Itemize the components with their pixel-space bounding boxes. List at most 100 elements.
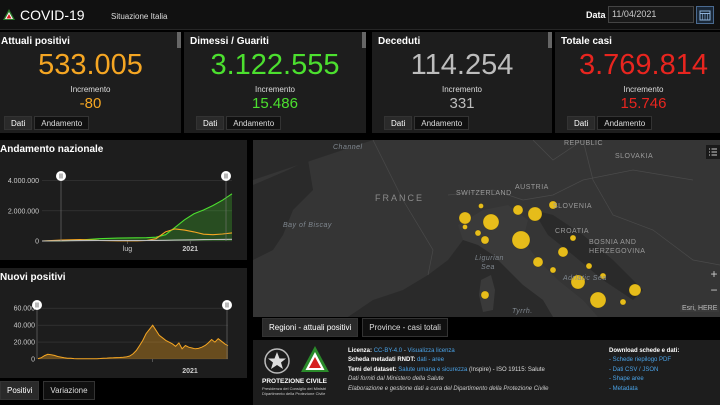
- y-tick-label: 0: [31, 357, 35, 364]
- y-tick-label: 20.000: [14, 340, 36, 347]
- bubble-liguria: [480, 235, 490, 245]
- kpi-title: Attuali positivi: [1, 36, 70, 47]
- x-tick-label: lug: [123, 246, 132, 253]
- temi-link[interactable]: Salute umana e sicurezza: [398, 367, 467, 373]
- pc-sub-line2: Dipartimento della Protezione Civile: [262, 391, 326, 396]
- download-link-csv[interactable]: - Dati CSV / JSON: [609, 366, 679, 375]
- zoom-out-button[interactable]: −: [708, 283, 720, 297]
- range-slider-end[interactable]: [222, 300, 232, 310]
- tab-andamento[interactable]: Andamento: [597, 116, 653, 130]
- temi-label: Temi del dataset:: [348, 366, 397, 373]
- tab-province[interactable]: Province - casi totali: [362, 318, 448, 337]
- range-slider-end-handle: [222, 300, 232, 310]
- scrollbar[interactable]: [548, 32, 552, 48]
- download-link-metadata[interactable]: - Metadata: [609, 385, 679, 394]
- protezione-civile-logo-icon: [3, 9, 15, 20]
- tab-dati[interactable]: Dati: [196, 116, 225, 130]
- range-slider-start[interactable]: [32, 300, 42, 310]
- bubble-umbria: [549, 266, 557, 274]
- y-tick-label: 4.000.000: [8, 178, 39, 185]
- andamento-chart: 4.000.000 2.000.000 0 lug 2021: [8, 171, 233, 253]
- kpi-increment: 15.486: [252, 95, 298, 112]
- download-link-pdf[interactable]: - Schede riepilogo PDF: [609, 356, 679, 365]
- kpi-tabs: Dati Andamento: [4, 116, 90, 130]
- nuovi-positivi-chart: 60.000 40.000 20.000 0 2021: [14, 300, 232, 375]
- bubble-veneto: [527, 206, 543, 222]
- visualizza-licenza-link[interactable]: Visualizza licenza: [408, 348, 455, 354]
- kpi-title: Totale casi: [561, 36, 612, 47]
- list-icon: [709, 148, 717, 156]
- kpi-increment-label: Incremento: [623, 85, 664, 94]
- map-label-republic: REPUBLIC: [564, 140, 604, 147]
- fonte-text: Dati forniti dal Ministero della Salute: [348, 376, 444, 383]
- kpi-card-deceduti: Deceduti 114.254 Incremento 331 Dati And…: [372, 32, 552, 133]
- y-tick-label: 2.000.000: [8, 208, 39, 215]
- header-bar: COVID-19 Situazione Italia Data 11/04/20…: [0, 0, 720, 30]
- protezione-civile-triangle-icon: [301, 346, 329, 372]
- download-link-shape[interactable]: - Shape aree: [609, 375, 679, 384]
- scrollbar[interactable]: [177, 32, 181, 48]
- bubble-marche-nord: [569, 234, 577, 242]
- map-label-france: FRANCE: [375, 193, 425, 203]
- kpi-increment: 331: [449, 95, 475, 112]
- footer-panel: PROTEZIONE CIVILE Presidenza del Consigl…: [253, 340, 720, 405]
- minus-icon: −: [710, 283, 718, 297]
- tab-dati[interactable]: Dati: [384, 116, 413, 130]
- map-label-austria: AUSTRIA: [515, 184, 549, 191]
- download-title: Download schede e dati:: [609, 348, 680, 354]
- kpi-increment: -80: [79, 95, 102, 112]
- scrollbar[interactable]: [362, 32, 366, 48]
- tab-regioni[interactable]: Regioni - attuali positivi: [262, 318, 359, 337]
- date-label: Data: [586, 10, 606, 20]
- kpi-title: Dimessi / Guariti: [190, 36, 269, 47]
- layer-list-button[interactable]: [706, 145, 720, 159]
- bubble-marche: [557, 246, 569, 258]
- bubble-lombardia: [482, 213, 500, 231]
- licenza-link[interactable]: CC-BY-4.0: [374, 348, 402, 354]
- range-slider-start-handle: [32, 300, 42, 310]
- tab-andamento[interactable]: Andamento: [226, 116, 282, 130]
- bubble-emilia-romagna: [511, 230, 531, 250]
- italy-map[interactable]: FRANCE SWITZERLAND AUSTRIA SLOVENIA CROA…: [253, 140, 720, 317]
- nuovi-positivi-panel: Nuovi positivi 60.000 40.000 20.000 0 2021: [0, 268, 247, 378]
- map-label-slovakia: SLOVAKIA: [615, 153, 654, 160]
- protezione-civile-name: PROTEZIONE CIVILE: [262, 378, 328, 385]
- map-attribution[interactable]: Esri, HERE: [680, 305, 720, 312]
- x-tick-label: 2021: [182, 368, 198, 375]
- calendar-button[interactable]: [696, 6, 714, 24]
- bubble-piemonte: [458, 211, 472, 225]
- footer-logos: PROTEZIONE CIVILE Presidenza del Consigl…: [259, 344, 341, 402]
- bubble-piemonte-sud: [474, 229, 482, 237]
- range-slider-start[interactable]: [56, 171, 66, 181]
- map-label-ligurian-sea: Sea: [481, 264, 495, 271]
- kpi-increment-label: Incremento: [254, 85, 296, 94]
- map-label-tyrrh: Tyrrh.: [512, 308, 533, 315]
- range-slider-end-handle: [221, 171, 231, 181]
- map-label-ligurian: Ligurian: [475, 255, 504, 262]
- tab-positivi[interactable]: Positivi: [0, 381, 40, 400]
- y-tick-label: 40.000: [14, 323, 36, 330]
- italian-emblem-icon: [264, 348, 290, 374]
- date-input[interactable]: 11/04/2021: [608, 6, 694, 23]
- kpi-title: Deceduti: [378, 36, 421, 47]
- tab-dati[interactable]: Dati: [567, 116, 596, 130]
- chart-bottom-tabs: Positivi Variazione: [0, 381, 95, 400]
- kpi-value: 3.769.814: [578, 49, 708, 81]
- map-label-croatia: CROATIA: [555, 228, 590, 235]
- y-tick-label: 60.000: [14, 306, 36, 313]
- scheda-links[interactable]: dati - aree: [417, 357, 444, 363]
- footer-info: Licenza: CC-BY-4.0 - Visualizza licenza …: [348, 348, 549, 392]
- kpi-tabs: Dati Andamento: [196, 116, 282, 130]
- tab-andamento[interactable]: Andamento: [34, 116, 90, 130]
- tab-andamento[interactable]: Andamento: [414, 116, 470, 130]
- kpi-card-attuali-positivi: Attuali positivi 533.005 Incremento -80 …: [0, 32, 181, 133]
- protezione-civile-subtitle: Presidenza del Consiglio dei Ministri Di…: [262, 386, 326, 396]
- y-tick-label: 0: [35, 239, 39, 246]
- plus-icon: +: [710, 267, 718, 281]
- bubble-valle-daosta: [462, 224, 468, 230]
- zoom-in-button[interactable]: +: [708, 267, 720, 281]
- kpi-tabs: Dati Andamento: [384, 116, 470, 130]
- tab-dati[interactable]: Dati: [4, 116, 33, 130]
- range-slider-end[interactable]: [221, 171, 231, 181]
- tab-variazione[interactable]: Variazione: [43, 381, 95, 400]
